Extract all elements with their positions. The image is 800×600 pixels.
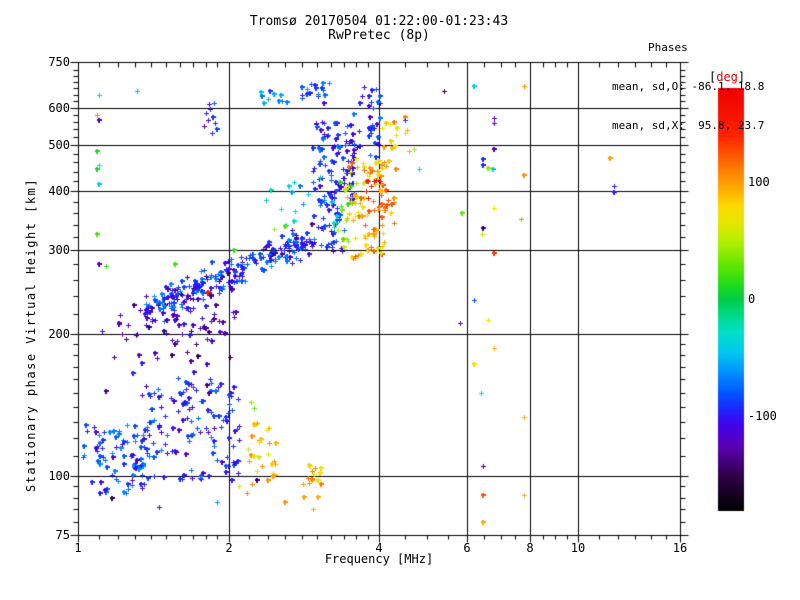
phase-stats-block: Phases mean, sd,O: -86.1, 18.8 mean, sd,… xyxy=(612,15,764,158)
y-tick-label: 300 xyxy=(26,243,70,257)
colorbar-tick-label: -100 xyxy=(748,409,777,423)
x-tick-label: 8 xyxy=(510,541,550,555)
colorbar-unit-label: [deg] xyxy=(709,70,745,84)
x-tick-label: 2 xyxy=(209,541,249,555)
y-tick-label: 75 xyxy=(26,528,70,542)
x-tick-label: 1 xyxy=(58,541,98,555)
stats-line-x: mean, sd,X: 95.8, 23.7 xyxy=(612,119,764,132)
ionogram-page: Tromsø 20170504 01:22:00-01:23:43 RwPret… xyxy=(0,0,800,600)
x-tick-label: 4 xyxy=(359,541,399,555)
y-tick-label: 200 xyxy=(26,327,70,341)
x-tick-label: 10 xyxy=(558,541,598,555)
y-tick-label: 750 xyxy=(26,55,70,69)
colorbar-tick-label: 100 xyxy=(748,175,770,189)
colorbar-tick-label: 0 xyxy=(748,292,755,306)
colorbar-bracket-close: ] xyxy=(738,70,745,84)
y-tick-label: 100 xyxy=(26,469,70,483)
y-tick-label: 400 xyxy=(26,184,70,198)
y-tick-label: 500 xyxy=(26,138,70,152)
colorbar-deg-text: deg xyxy=(716,70,738,84)
page-subtitle: RwPretec (8p) xyxy=(78,28,680,43)
y-tick-label: 600 xyxy=(26,101,70,115)
page-title: Tromsø 20170504 01:22:00-01:23:43 xyxy=(78,14,680,29)
x-tick-label: 16 xyxy=(660,541,700,555)
stats-header: Phases xyxy=(612,41,764,54)
x-tick-label: 6 xyxy=(447,541,487,555)
